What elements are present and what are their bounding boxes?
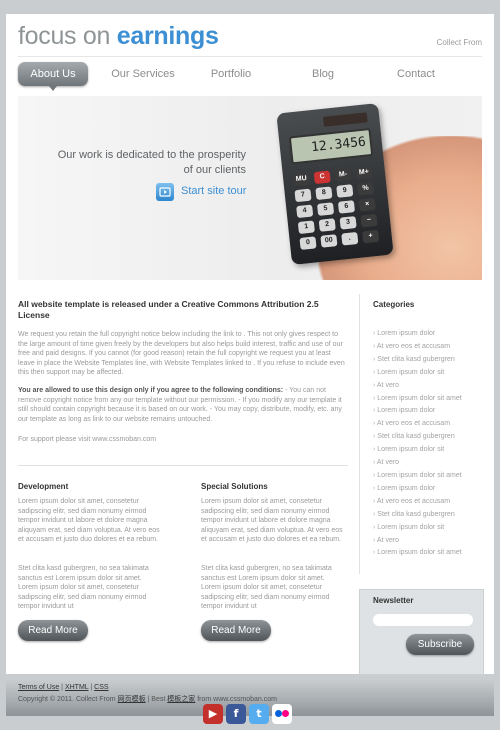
collect-from-link[interactable]: Collect From bbox=[437, 38, 482, 47]
support-text: For support please visit www.cssmoban.co… bbox=[18, 436, 157, 443]
copyright-text: Copyright © 2011. Collect From bbox=[18, 696, 116, 703]
hero-tagline-line1: Our work is dedicated to the prosperity bbox=[57, 149, 246, 161]
youtube-icon[interactable]: ▶ bbox=[203, 704, 223, 724]
sidebar-categories: Categories Lorem ipsum dolorAt vero eos … bbox=[359, 294, 482, 574]
site-logo[interactable]: focus on earnings bbox=[18, 22, 219, 51]
template-link-1[interactable]: 网页模板 bbox=[118, 696, 146, 703]
nav-our-services[interactable]: Our Services bbox=[98, 62, 188, 86]
page-container: focus on earnings Collect From About Us … bbox=[6, 14, 494, 675]
categories-list: Lorem ipsum dolorAt vero eos et accusamS… bbox=[373, 328, 483, 560]
nav-contact[interactable]: Contact bbox=[386, 62, 446, 86]
footer-links: Terms of Use | XHTML | CSS bbox=[18, 684, 109, 691]
category-item[interactable]: At vero bbox=[373, 457, 483, 470]
category-item[interactable]: Stet clita kasd gubergren bbox=[373, 431, 483, 444]
copyright-mid: | Best bbox=[145, 696, 166, 703]
category-item[interactable]: At vero eos et accusam bbox=[373, 496, 483, 509]
content-divider bbox=[18, 465, 348, 466]
calculator-keys: MU C M- M+ 7 8 9% 4 5 6 × 1 2 3− 0 00. + bbox=[292, 166, 380, 250]
twitter-icon[interactable]: t bbox=[249, 704, 269, 724]
nav-about-us[interactable]: About Us bbox=[18, 62, 88, 91]
license-paragraph-1: We request you retain the full copyright… bbox=[18, 331, 345, 376]
development-read-more-button[interactable]: Read More bbox=[18, 620, 88, 641]
logo-text-light: focus on bbox=[18, 22, 111, 50]
category-item[interactable]: Stet clita kasd gubergren bbox=[373, 354, 483, 367]
special-solutions-title: Special Solutions bbox=[201, 482, 268, 491]
calculator-image: 12.3456 MU C M- M+ 7 8 9% 4 5 6 × 1 2 3− 0 00. + bbox=[276, 103, 394, 265]
categories-title: Categories bbox=[373, 300, 415, 309]
nav-blog[interactable]: Blog bbox=[298, 62, 348, 86]
newsletter-title: Newsletter bbox=[373, 596, 414, 605]
category-item[interactable]: At vero eos et accusam bbox=[373, 418, 483, 431]
calculator-solar-panel bbox=[322, 112, 368, 127]
category-item[interactable]: Lorem ipsum dolor sit bbox=[373, 522, 483, 535]
logo-text-accent: earnings bbox=[116, 22, 219, 50]
play-icon bbox=[156, 183, 174, 201]
category-item[interactable]: Lorem ipsum dolor sit bbox=[373, 444, 483, 457]
template-link-2[interactable]: 模板之家 bbox=[167, 696, 195, 703]
category-item[interactable]: Lorem ipsum dolor sit amet bbox=[373, 470, 483, 483]
special-solutions-text-2: Stet clita kasd gubergren, no sea takima… bbox=[201, 565, 332, 610]
newsletter-box: Newsletter Subscribe bbox=[359, 589, 484, 675]
development-title: Development bbox=[18, 482, 69, 491]
category-item[interactable]: Lorem ipsum dolor sit amet bbox=[373, 547, 483, 560]
category-item[interactable]: Lorem ipsum dolor bbox=[373, 405, 483, 418]
license-title: All website template is released under a… bbox=[18, 299, 319, 320]
subscribe-button[interactable]: Subscribe bbox=[406, 634, 474, 655]
main-nav: About Us Our Services Portfolio Blog Con… bbox=[18, 62, 482, 91]
category-item[interactable]: At vero eos et accusam bbox=[373, 341, 483, 354]
facebook-icon[interactable]: f bbox=[226, 704, 246, 724]
category-item[interactable]: Lorem ipsum dolor bbox=[373, 483, 483, 496]
conditions-bold-text: You are allowed to use this design only … bbox=[18, 387, 284, 394]
terms-of-use-link[interactable]: Terms of Use bbox=[18, 684, 59, 691]
category-item[interactable]: At vero bbox=[373, 535, 483, 548]
license-paragraph-2: You are allowed to use this design only … bbox=[18, 386, 348, 424]
footer-copyright: Copyright © 2011. Collect From 网页模板 | Be… bbox=[18, 694, 277, 704]
copyright-post: from www.cssmoban.com bbox=[197, 696, 277, 703]
category-item[interactable]: Lorem ipsum dolor bbox=[373, 328, 483, 341]
development-text-1: Lorem ipsum dolor sit amet, consetetur s… bbox=[18, 498, 160, 543]
special-solutions-text-1: Lorem ipsum dolor sit amet, consetetur s… bbox=[201, 498, 343, 543]
nav-portfolio[interactable]: Portfolio bbox=[194, 62, 268, 86]
development-text-2: Stet clita kasd gubergren, no sea takima… bbox=[18, 565, 149, 610]
category-item[interactable]: Stet clita kasd gubergren bbox=[373, 509, 483, 522]
flickr-icon[interactable] bbox=[272, 704, 292, 724]
category-item[interactable]: Lorem ipsum dolor sit amet bbox=[373, 393, 483, 406]
start-tour-label: Start site tour bbox=[181, 185, 247, 197]
calculator-display: 12.3456 bbox=[288, 127, 374, 165]
header-divider bbox=[18, 56, 482, 57]
hero-tagline: Our work is dedicated to the prosperity … bbox=[26, 148, 246, 178]
category-item[interactable]: Lorem ipsum dolor sit bbox=[373, 367, 483, 380]
hero-tagline-line2: of our clients bbox=[183, 164, 246, 176]
newsletter-email-input[interactable] bbox=[373, 614, 473, 626]
hero-banner: 12.3456 MU C M- M+ 7 8 9% 4 5 6 × 1 2 3− 0 00. + Our… bbox=[18, 96, 482, 280]
css-link[interactable]: CSS bbox=[94, 684, 108, 691]
category-item[interactable]: At vero bbox=[373, 380, 483, 393]
xhtml-link[interactable]: XHTML bbox=[65, 684, 88, 691]
special-read-more-button[interactable]: Read More bbox=[201, 620, 271, 641]
